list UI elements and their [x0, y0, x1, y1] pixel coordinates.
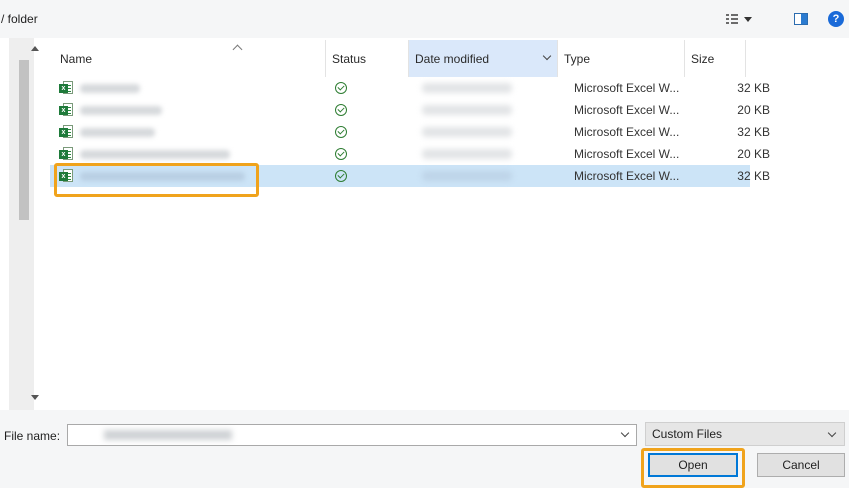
excel-file-icon: x [59, 81, 73, 95]
chevron-down-icon [829, 430, 836, 437]
column-header-size[interactable]: Size [685, 40, 745, 77]
file-size: 20 KB [737, 103, 770, 117]
synced-check-icon [335, 170, 347, 182]
scroll-down-icon[interactable] [31, 395, 39, 400]
navigation-scrollbar[interactable] [9, 38, 39, 410]
synced-check-icon [335, 148, 347, 160]
file-list: Name Status Date modified Type Size x Mi… [42, 40, 849, 410]
file-type: Microsoft Excel W... [574, 81, 680, 95]
file-name-redacted [104, 430, 232, 440]
date-redacted [422, 127, 512, 137]
excel-file-icon: x [59, 103, 73, 117]
synced-check-icon [335, 82, 347, 94]
column-header-name[interactable]: Name [54, 40, 324, 77]
file-size: 20 KB [737, 147, 770, 161]
column-header: Name Status Date modified Type Size [42, 40, 832, 77]
file-name-label: File name: [4, 429, 61, 443]
excel-file-icon: x [59, 147, 73, 161]
view-options-icon [726, 13, 738, 25]
excel-file-icon: x [59, 125, 73, 139]
file-name-redacted [80, 106, 162, 115]
date-redacted [422, 171, 512, 181]
sort-ascending-icon [234, 44, 242, 52]
file-type-filter-select[interactable]: Custom Files [645, 422, 845, 446]
chevron-down-icon[interactable] [622, 430, 629, 437]
cancel-button[interactable]: Cancel [757, 453, 845, 477]
file-row[interactable]: x Microsoft Excel W... 32 KB [50, 77, 770, 99]
synced-check-icon [335, 104, 347, 116]
scrollbar-thumb[interactable] [19, 60, 29, 220]
file-size: 32 KB [737, 81, 770, 95]
column-header-date-modified[interactable]: Date modified [409, 40, 557, 77]
file-row[interactable]: x Microsoft Excel W... 20 KB [50, 143, 770, 165]
file-type: Microsoft Excel W... [574, 125, 680, 139]
file-type: Microsoft Excel W... [574, 103, 680, 117]
highlight-open-button [641, 448, 745, 488]
file-name-input[interactable] [67, 424, 637, 446]
chevron-down-icon[interactable] [544, 53, 551, 60]
column-header-status[interactable]: Status [326, 40, 408, 77]
file-row[interactable]: x Microsoft Excel W... 32 KB [50, 121, 770, 143]
file-type: Microsoft Excel W... [574, 169, 680, 183]
highlight-selected-file [54, 163, 259, 197]
chevron-down-icon [744, 16, 752, 22]
new-folder-button[interactable]: / folder [0, 12, 38, 26]
date-redacted [422, 105, 512, 115]
column-divider[interactable] [745, 40, 746, 77]
file-size: 32 KB [737, 125, 770, 139]
date-redacted [422, 149, 512, 159]
file-name-redacted [80, 128, 155, 137]
file-row[interactable]: x Microsoft Excel W... 20 KB [50, 99, 770, 121]
preview-pane-icon[interactable] [794, 13, 808, 25]
synced-check-icon [335, 126, 347, 138]
column-header-type[interactable]: Type [558, 40, 684, 77]
file-name-redacted [80, 84, 140, 93]
scroll-up-icon[interactable] [31, 46, 39, 51]
view-options-button[interactable] [726, 11, 752, 27]
navigation-pane [0, 38, 39, 410]
help-icon[interactable]: ? [828, 11, 844, 27]
file-size: 32 KB [737, 169, 770, 183]
date-redacted [422, 83, 512, 93]
file-name-redacted [80, 150, 230, 159]
toolbar: / folder ? [0, 0, 849, 38]
file-type-filter-value: Custom Files [652, 427, 723, 441]
file-type: Microsoft Excel W... [574, 147, 680, 161]
